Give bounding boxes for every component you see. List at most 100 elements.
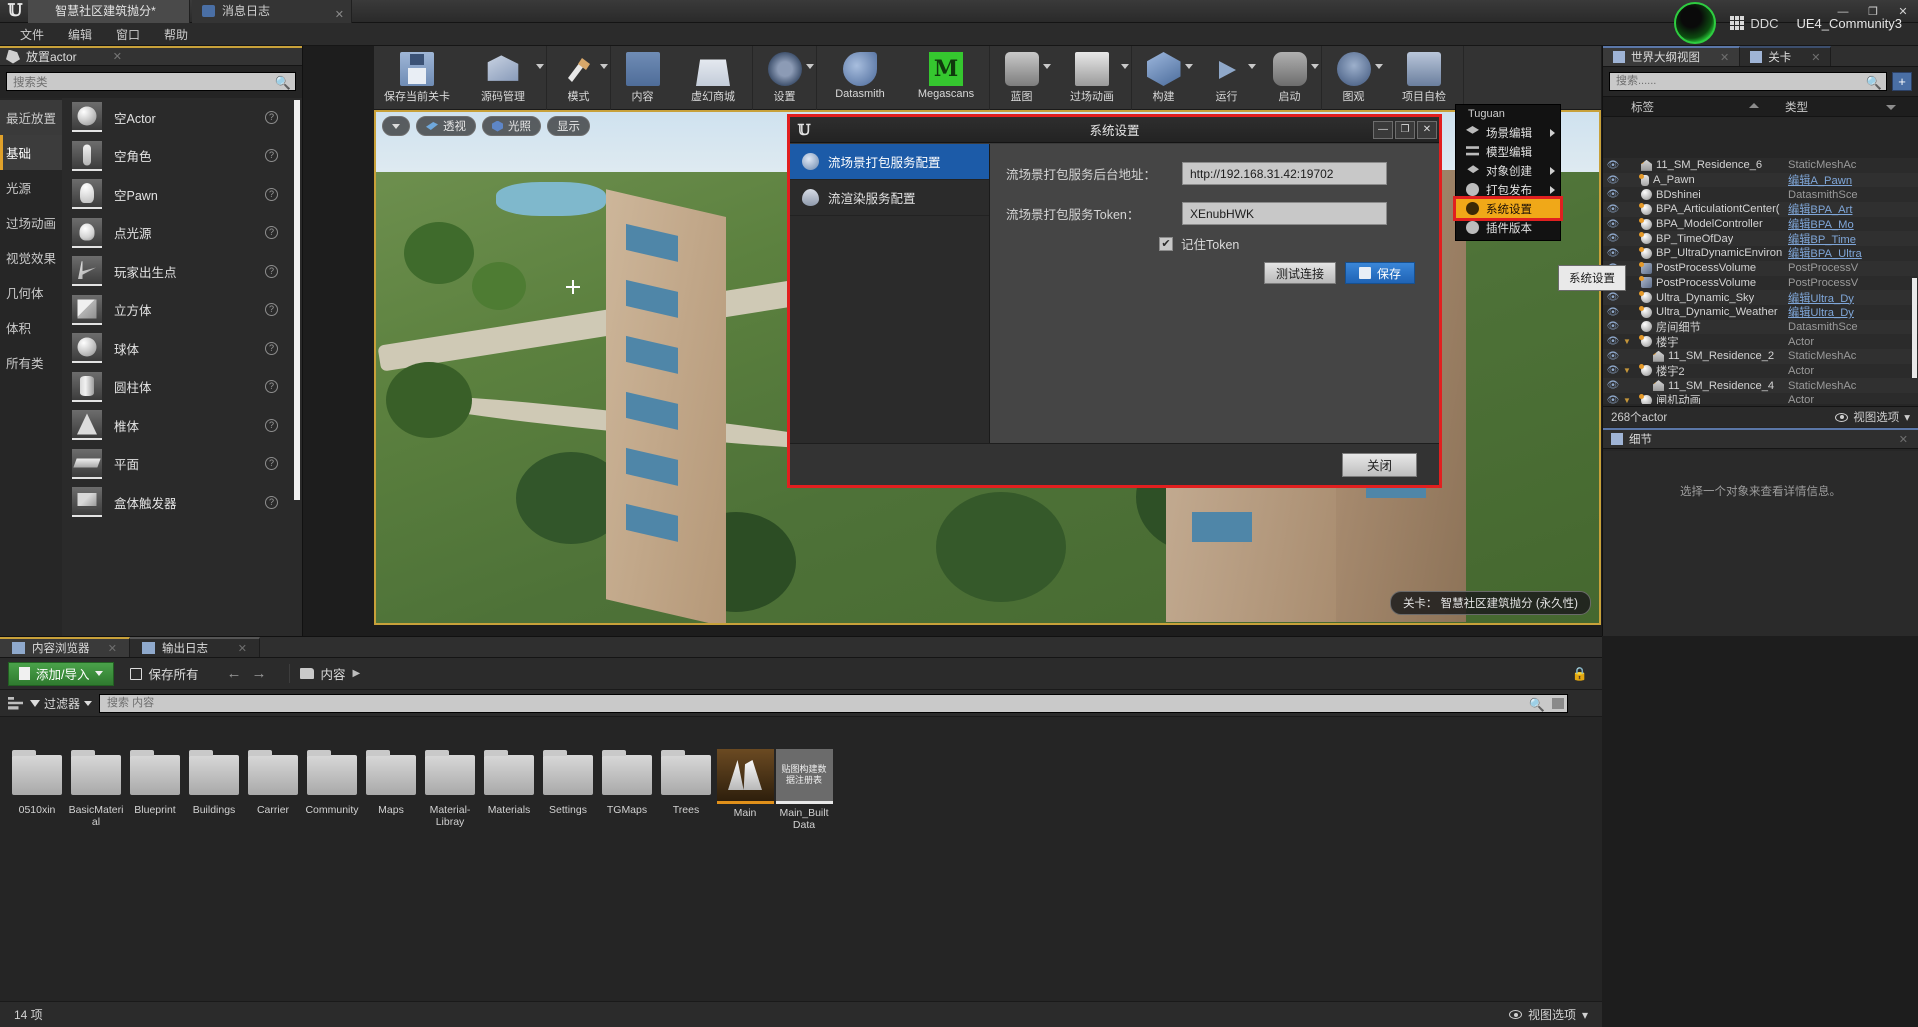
close-icon[interactable]: ✕ — [1720, 51, 1729, 64]
save-all-button[interactable]: 保存所有 — [120, 664, 208, 683]
list-item[interactable]: Buildings — [185, 749, 243, 831]
menu-edit[interactable]: 编辑 — [56, 24, 104, 45]
chevron-down-icon[interactable] — [1311, 64, 1319, 69]
outliner-search-input[interactable]: 搜索...... 🔍 — [1609, 72, 1887, 91]
list-item[interactable]: 盒体触发器? — [62, 483, 302, 522]
category-all-classes[interactable]: 所有类 — [0, 345, 62, 380]
help-icon[interactable]: ? — [265, 149, 278, 163]
close-icon[interactable]: ✕ — [108, 642, 117, 655]
table-row[interactable]: 👁 房间细节 DatasmithSce — [1603, 319, 1918, 335]
toolbar-source-control[interactable]: 源码管理 — [460, 46, 546, 110]
context-item-system-settings[interactable]: 系统设置 — [1453, 196, 1563, 221]
tab-world-outliner[interactable]: 世界大纲视图 ✕ — [1603, 46, 1741, 66]
row-type[interactable]: 编辑BP_Time — [1788, 231, 1916, 247]
toolbar-content[interactable]: 内容 — [611, 46, 674, 110]
message-log-tab[interactable]: 消息日志 ✕ — [192, 0, 352, 23]
toolbar-settings[interactable]: 设置 — [753, 46, 816, 110]
category-recently-placed[interactable]: 最近放置 — [0, 100, 62, 135]
toolbar-marketplace[interactable]: 虚幻商城 — [674, 46, 752, 110]
list-item[interactable]: Blueprint — [126, 749, 184, 831]
help-icon[interactable]: ? — [265, 110, 278, 124]
context-item-object-create[interactable]: 对象创建 — [1456, 161, 1560, 180]
table-row[interactable]: 👁 BP_TimeOfDay 编辑BP_Time — [1603, 231, 1918, 247]
help-icon[interactable]: ? — [265, 380, 278, 394]
toolbar-play[interactable]: 运行 — [1195, 46, 1258, 110]
help-icon[interactable]: ? — [265, 303, 278, 317]
visibility-eye-icon[interactable]: 👁 — [1603, 233, 1623, 244]
table-row[interactable]: 👁 A_Pawn 编辑A_Pawn — [1603, 172, 1918, 188]
list-item[interactable]: Maps — [362, 749, 420, 831]
table-row[interactable]: 👁 Ultra_Dynamic_Weather 编辑Ultra_Dy — [1603, 304, 1918, 320]
viewport-perspective-button[interactable]: 透视 — [416, 116, 476, 136]
remember-token-checkbox[interactable]: ✔ — [1159, 236, 1173, 251]
table-row[interactable]: 👁PostProcessVolumePostProcessV — [1603, 260, 1918, 276]
backend-address-input[interactable]: http://192.168.31.42:19702 — [1182, 162, 1387, 185]
filters-button[interactable]: 过滤器 — [30, 695, 93, 712]
list-item[interactable]: Trees — [657, 749, 715, 831]
table-row[interactable]: 👁 11_SM_Residence_4 StaticMeshAc — [1603, 378, 1918, 393]
visibility-eye-icon[interactable]: 👁 — [1603, 292, 1623, 303]
close-icon[interactable]: ✕ — [1811, 51, 1820, 64]
place-actor-search[interactable]: 搜索类 🔍 — [6, 72, 296, 91]
expand-arrow-icon[interactable]: ▼ — [1623, 396, 1632, 404]
visibility-eye-icon[interactable]: 👁 — [1603, 160, 1623, 171]
close-dialog-button[interactable]: 关闭 — [1341, 452, 1417, 477]
outliner-scrollbar[interactable] — [1912, 278, 1917, 378]
list-item[interactable]: Materials — [480, 749, 538, 831]
table-row[interactable]: 👁 BDshinei DatasmithSce — [1603, 187, 1918, 203]
visibility-eye-icon[interactable]: 👁 — [1603, 248, 1623, 259]
items-scrollbar[interactable] — [294, 100, 300, 500]
nav-stream-render[interactable]: 流渲染服务配置 — [790, 180, 989, 216]
content-view-options[interactable]: 视图选项 ▾ — [1508, 1006, 1588, 1023]
list-item[interactable]: 立方体? — [62, 291, 302, 330]
tab-content-browser[interactable]: 内容浏览器 ✕ — [0, 637, 130, 657]
chevron-down-icon[interactable] — [1043, 64, 1051, 69]
chevron-right-icon[interactable]: ▶ — [353, 668, 361, 679]
toolbar-blueprint[interactable]: 蓝图 — [990, 46, 1053, 110]
list-item[interactable]: BasicMaterial — [67, 749, 125, 831]
list-item[interactable]: 0510xin — [8, 749, 66, 831]
sources-toggle-icon[interactable] — [8, 696, 23, 710]
outliner-view-options[interactable]: 视图选项 ▾ — [1835, 409, 1910, 425]
menu-window[interactable]: 窗口 — [104, 24, 152, 45]
row-type[interactable]: 编辑A_Pawn — [1788, 172, 1916, 188]
table-row[interactable]: 👁 ▼ 楼宇 Actor — [1603, 334, 1918, 349]
place-actor-tab[interactable]: 放置actor ✕ — [0, 46, 302, 66]
list-item[interactable]: 椎体? — [62, 406, 302, 445]
back-arrow-icon[interactable]: ← — [227, 665, 242, 682]
toolbar-save-level[interactable]: 保存当前关卡 — [374, 46, 460, 110]
visibility-eye-icon[interactable]: 👁 — [1603, 307, 1623, 318]
visibility-eye-icon[interactable]: 👁 — [1603, 321, 1623, 332]
visibility-eye-icon[interactable]: 👁 — [1603, 380, 1623, 391]
visibility-eye-icon[interactable]: 👁 — [1603, 365, 1623, 376]
viewport-options-dropdown[interactable] — [382, 116, 410, 136]
visibility-eye-icon[interactable]: 👁 — [1603, 395, 1623, 404]
list-item[interactable]: 玩家出生点? — [62, 252, 302, 291]
list-item[interactable]: TGMaps — [598, 749, 656, 831]
table-row[interactable]: 👁 ▼ 闸机动画 Actor — [1603, 393, 1918, 404]
table-row[interactable]: 👁 BPA_ModelController 编辑BPA_Mo — [1603, 216, 1918, 232]
expand-arrow-icon[interactable]: ▼ — [1623, 366, 1632, 375]
list-item[interactable]: 点光源? — [62, 214, 302, 253]
table-row[interactable]: 👁 BP_UltraDynamicEnviron 编辑BPA_Ultra — [1603, 246, 1918, 261]
help-icon[interactable]: ? — [265, 341, 278, 355]
lock-icon[interactable]: 🔒 — [1572, 666, 1588, 682]
row-type[interactable]: 编辑Ultra_Dy — [1788, 290, 1916, 306]
toolbar-modes[interactable]: 模式 — [547, 46, 610, 110]
context-item-scene-edit[interactable]: 场景编辑 — [1456, 123, 1560, 142]
toolbar-tuguan[interactable]: 图观 — [1322, 46, 1385, 110]
list-item[interactable]: Community — [303, 749, 361, 831]
chevron-down-icon[interactable] — [1185, 64, 1193, 69]
help-icon[interactable]: ? — [265, 418, 278, 432]
dialog-maximize-button[interactable]: ❐ — [1395, 120, 1415, 139]
list-item[interactable]: Main — [716, 749, 774, 831]
chevron-down-icon[interactable] — [1375, 64, 1383, 69]
list-item[interactable]: Carrier — [244, 749, 302, 831]
context-item-model-edit[interactable]: 模型编辑 — [1456, 142, 1560, 161]
help-icon[interactable]: ? — [265, 457, 278, 471]
viewport-show-button[interactable]: 显示 — [547, 116, 590, 136]
add-actor-button[interactable]: + — [1892, 72, 1912, 91]
row-type[interactable]: 编辑BPA_Ultra — [1788, 245, 1916, 261]
dialog-minimize-button[interactable]: — — [1373, 120, 1393, 139]
row-type[interactable]: 编辑BPA_Art — [1788, 201, 1916, 217]
